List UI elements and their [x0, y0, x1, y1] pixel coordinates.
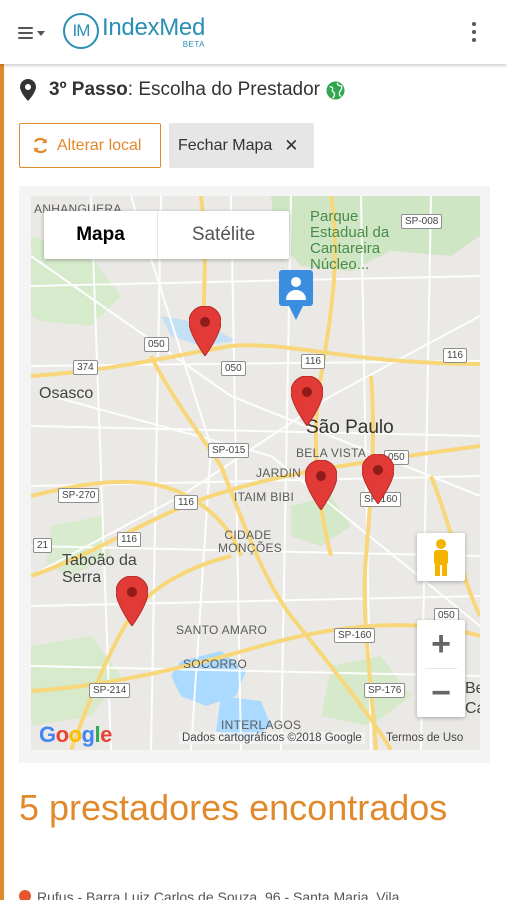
- app-logo[interactable]: IM IndexMed BETA: [63, 11, 205, 51]
- map-label-edge-be: Be: [465, 680, 480, 697]
- road-shield: 374: [73, 360, 98, 375]
- first-result-address[interactable]: Rufus - Barra Luiz Carlos de Souza, 96 -…: [19, 888, 489, 900]
- map-type-satellite-button[interactable]: Satélite: [157, 211, 289, 259]
- left-accent-bar: [0, 64, 4, 900]
- globe-icon[interactable]: [326, 80, 345, 100]
- zoom-in-button[interactable]: +: [417, 620, 465, 668]
- results-count: 5 prestadores encontrados: [19, 787, 448, 828]
- road-shield: 116: [443, 348, 467, 363]
- map-label-jardins: JARDIN: [256, 466, 302, 480]
- menu-button[interactable]: [18, 22, 54, 44]
- provider-marker[interactable]: [362, 454, 394, 504]
- location-dot-icon: [19, 890, 31, 900]
- pegman-icon: [434, 539, 448, 576]
- more-options-icon[interactable]: [471, 22, 477, 42]
- step-number: 3º Passo: [49, 79, 128, 100]
- map-label-osasco: Osasco: [39, 385, 94, 402]
- refresh-icon: [33, 137, 48, 154]
- logo-name: IndexMed: [102, 14, 205, 41]
- zoom-control: + −: [417, 620, 465, 717]
- road-shield: SP-214: [89, 683, 131, 698]
- change-location-label: Alterar local: [57, 136, 142, 154]
- map-attribution: Dados cartográficos ©2018 Google: [179, 732, 365, 744]
- top-bar: IM IndexMed BETA: [0, 0, 507, 64]
- location-pin-icon: [20, 79, 36, 101]
- road-shield: 050: [144, 337, 169, 352]
- first-result-address-text: Rufus - Barra Luiz Carlos de Souza, 96 -…: [37, 889, 415, 900]
- logo-initials: IM: [63, 13, 99, 49]
- map-label-santo-amaro: SANTO AMARO: [176, 623, 268, 637]
- user-location-marker[interactable]: [279, 270, 313, 322]
- map-type-map-button[interactable]: Mapa: [44, 211, 157, 259]
- close-map-label: Fechar Mapa: [178, 136, 273, 154]
- map-label-edge-ca: Ca: [465, 700, 480, 717]
- step-header: 3º Passo : Escolha do Prestador: [19, 78, 345, 102]
- road-shield: SP-176: [364, 683, 406, 698]
- map-type-control: Mapa Satélite: [44, 211, 289, 259]
- google-logo[interactable]: Google: [39, 722, 112, 748]
- road-shield: 116: [117, 532, 141, 547]
- road-shield: SP-008: [401, 214, 443, 229]
- provider-marker[interactable]: [291, 376, 323, 426]
- close-icon: ✕: [284, 135, 299, 155]
- zoom-out-button[interactable]: −: [417, 669, 465, 717]
- chevron-down-icon: [37, 30, 45, 36]
- close-map-button[interactable]: Fechar Mapa ✕: [169, 123, 314, 168]
- map-label-bela-vista: BELA VISTA: [296, 446, 367, 460]
- road-shield: SP-015: [208, 443, 250, 458]
- map-label-interlagos: INTERLAGOS: [221, 718, 302, 732]
- beta-badge: BETA: [182, 40, 205, 49]
- provider-marker[interactable]: [305, 460, 337, 510]
- road-shield: SP-160: [334, 628, 376, 643]
- street-view-pegman[interactable]: [417, 533, 465, 581]
- google-logo-text: Google: [39, 722, 112, 747]
- change-location-button[interactable]: Alterar local: [19, 123, 161, 168]
- road-shield: 050: [221, 361, 246, 376]
- terms-link[interactable]: Termos de Uso: [386, 732, 463, 744]
- provider-marker[interactable]: [189, 306, 221, 356]
- road-shield: SP-270: [58, 488, 100, 503]
- road-shield: 21: [33, 538, 53, 553]
- hamburger-icon: [18, 27, 33, 39]
- provider-marker[interactable]: [116, 576, 148, 626]
- map-canvas[interactable]: ANHANGUERA Parque Estadual da Cantareira…: [31, 196, 480, 750]
- map-label-itaim-bibi: ITAIM BIBI: [234, 490, 295, 504]
- map-label-cidade-moncoes: CIDADE MONÇÕES: [218, 528, 283, 555]
- map-label-socorro: SOCORRO: [183, 657, 248, 671]
- step-title: : Escolha do Prestador: [127, 79, 320, 100]
- road-shield: 116: [174, 495, 198, 510]
- road-shield: 116: [301, 354, 325, 369]
